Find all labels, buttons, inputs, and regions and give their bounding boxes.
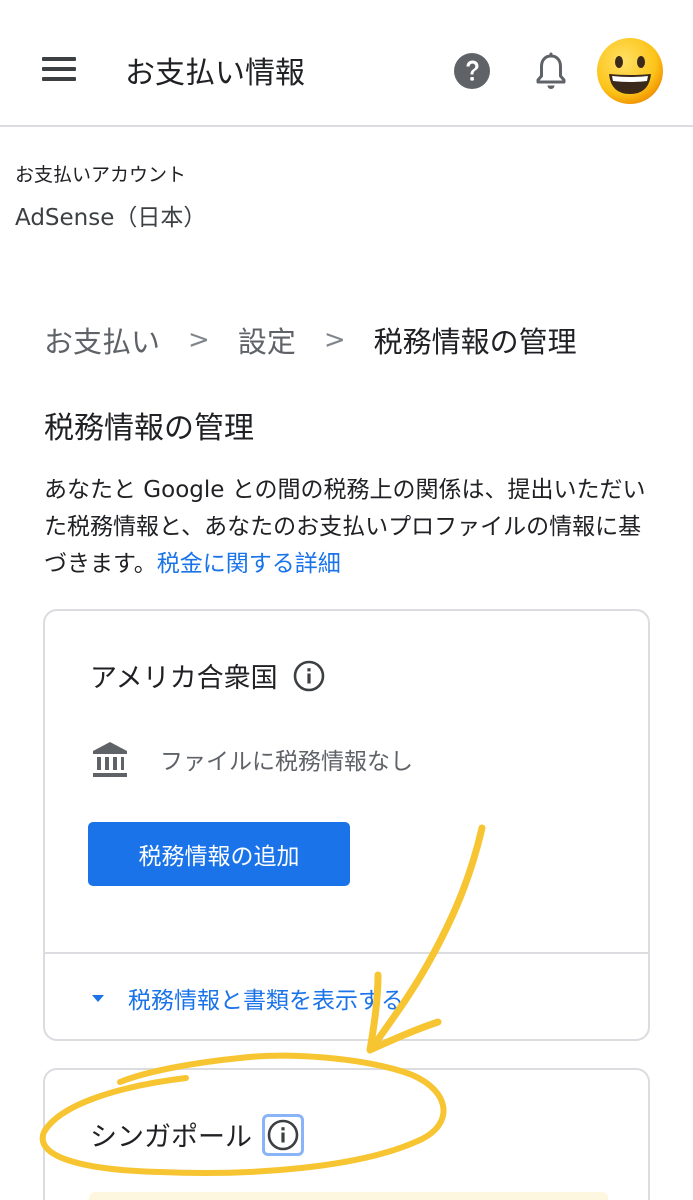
app-title: お支払い情報 bbox=[125, 56, 305, 91]
page-title: 税務情報の管理 bbox=[44, 411, 254, 446]
country-name: シンガポール bbox=[90, 1122, 252, 1153]
tax-status-row: ファイルに税務情報なし bbox=[90, 739, 413, 779]
card-divider bbox=[45, 952, 648, 954]
tax-learn-more-link[interactable]: 税金に関する詳細 bbox=[157, 551, 341, 577]
info-icon[interactable] bbox=[262, 1113, 304, 1156]
tax-status-text: ファイルに税務情報なし bbox=[160, 749, 413, 775]
tax-card-singapore: シンガポール bbox=[43, 1068, 650, 1200]
show-tax-documents-toggle[interactable]: 税務情報と書類を表示する bbox=[90, 981, 404, 1015]
help-icon[interactable] bbox=[453, 52, 491, 90]
breadcrumb: お支払い > 設定 > 税務情報の管理 bbox=[44, 318, 577, 362]
breadcrumb-separator-icon: > bbox=[323, 325, 346, 355]
breadcrumb-payments[interactable]: お支払い bbox=[44, 319, 160, 361]
payment-account-label: お支払いアカウント bbox=[15, 164, 187, 186]
country-header: シンガポール bbox=[90, 1113, 304, 1156]
add-tax-info-button[interactable]: 税務情報の追加 bbox=[88, 822, 350, 886]
tax-description: あなたと Google との間の税務上の関係は、提出いただいた税務情報と、あなた… bbox=[44, 472, 664, 583]
hamburger-menu-icon[interactable] bbox=[42, 55, 78, 85]
breadcrumb-separator-icon: > bbox=[188, 325, 210, 355]
breadcrumb-current: 税務情報の管理 bbox=[373, 325, 577, 359]
bell-icon[interactable] bbox=[532, 50, 570, 92]
country-header: アメリカ合衆国 bbox=[90, 656, 326, 695]
country-name: アメリカ合衆国 bbox=[90, 663, 278, 694]
avatar[interactable] bbox=[595, 36, 665, 106]
info-icon[interactable] bbox=[292, 659, 326, 693]
tax-alert-banner bbox=[89, 1192, 608, 1200]
top-app-bar: お支払い情報 bbox=[0, 0, 693, 127]
caret-down-icon bbox=[92, 995, 104, 1002]
bank-icon bbox=[93, 742, 127, 777]
tax-card-united-states: アメリカ合衆国 ファイルに税務情報なし 税務情報の追加 税務情報と書類を表示する bbox=[43, 609, 650, 1041]
tax-description-text: あなたと Google との間の税務上の関係は、提出いただいた税務情報と、あなた… bbox=[44, 477, 646, 577]
payment-account-name: AdSense（日本） bbox=[15, 205, 207, 231]
payments-page: お支払い情報 お支払いアカウント AdSense（日本） お支払い > 設定 >… bbox=[0, 0, 693, 1200]
show-tax-documents-label: 税務情報と書類を表示する bbox=[128, 988, 404, 1014]
breadcrumb-settings[interactable]: 設定 bbox=[238, 319, 296, 361]
